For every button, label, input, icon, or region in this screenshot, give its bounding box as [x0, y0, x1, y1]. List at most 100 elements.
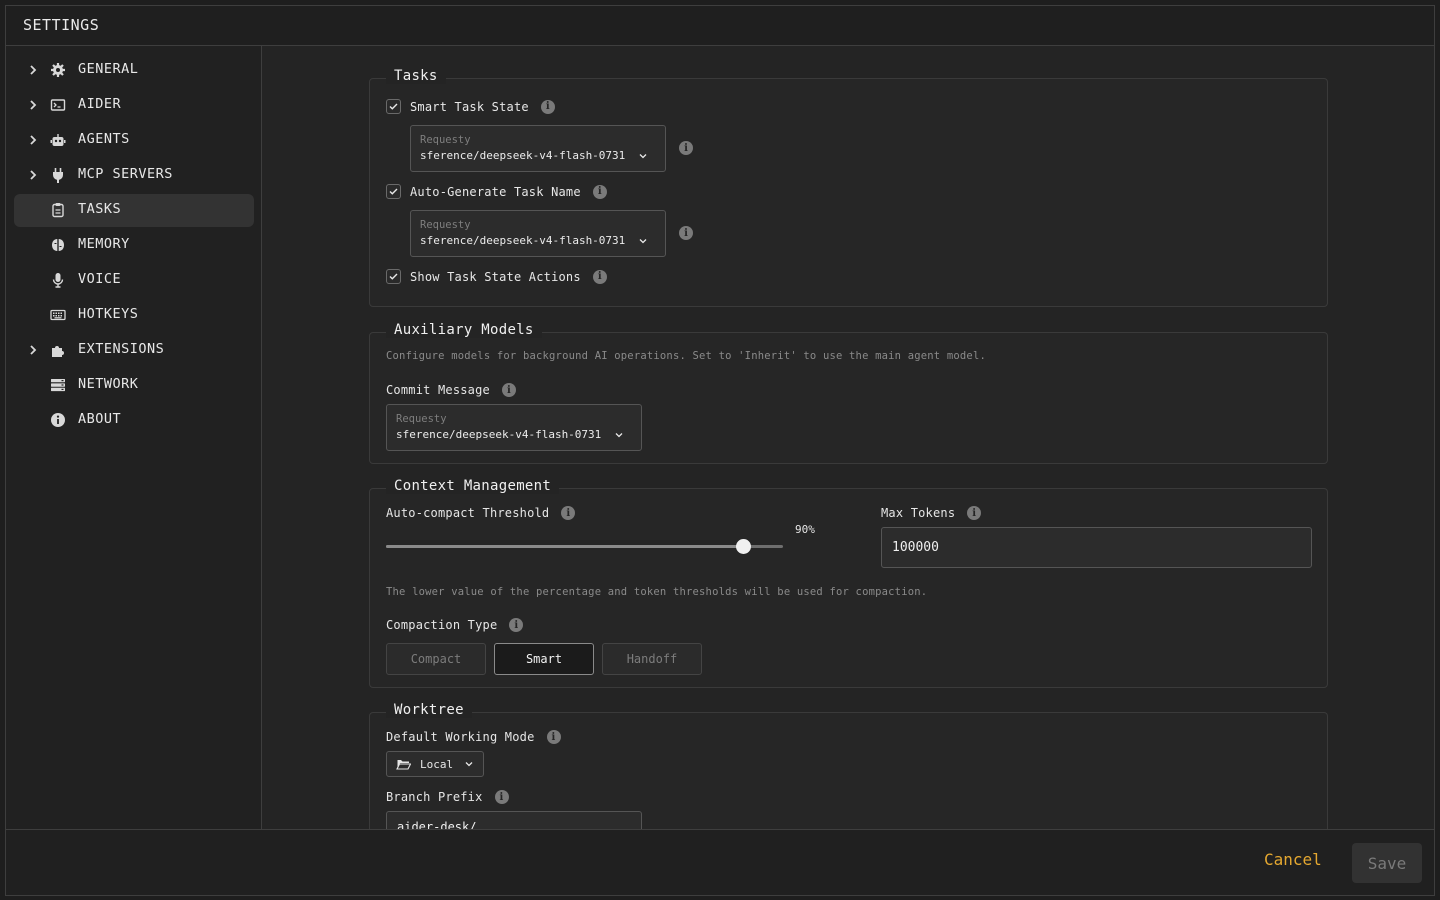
- window-title: SETTINGS: [23, 16, 100, 34]
- sidebar: GENERAL AIDER AGENTS MCP SERVERS TASKS M…: [6, 46, 262, 829]
- info-icon[interactable]: i: [679, 226, 693, 240]
- cancel-button[interactable]: Cancel: [1264, 850, 1322, 869]
- sidebar-item-label: VOICE: [78, 271, 122, 287]
- info-icon[interactable]: i: [592, 184, 607, 199]
- model-value: sference/deepseek-v4-flash-0731: [420, 149, 626, 162]
- branch-prefix-text: Branch Prefix: [386, 790, 483, 804]
- sidebar-item-label: HOTKEYS: [78, 306, 139, 322]
- save-button[interactable]: Save: [1352, 843, 1422, 883]
- section-title: Auxiliary Models: [386, 322, 542, 338]
- threshold-text: Auto-compact Threshold: [386, 506, 550, 520]
- branch-prefix-input[interactable]: aider-desk/: [386, 811, 642, 829]
- keyboard-icon: [50, 309, 66, 321]
- compaction-handoff-button[interactable]: Handoff: [602, 643, 702, 675]
- info-icon[interactable]: i: [546, 730, 561, 744]
- show-actions-checkbox[interactable]: [386, 269, 401, 284]
- sidebar-item-label: GENERAL: [78, 61, 139, 77]
- info-icon[interactable]: i: [540, 99, 555, 114]
- working-mode-label: Default Working Mode i: [386, 730, 561, 744]
- gear-icon: [51, 63, 65, 77]
- provider-label: Requesty: [420, 134, 471, 146]
- max-tokens-text: Max Tokens: [881, 506, 956, 520]
- footer: Cancel Save: [6, 829, 1434, 895]
- threshold-value: 90%: [795, 523, 815, 536]
- auto-generate-row: Auto-Generate Task Name i: [386, 184, 607, 199]
- auxiliary-description: Configure models for background AI opera…: [386, 350, 986, 362]
- info-icon[interactable]: i: [494, 790, 509, 804]
- chevron-right-icon: [30, 100, 37, 110]
- compaction-type-label: Compaction Type i: [386, 618, 524, 632]
- working-mode-text: Default Working Mode: [386, 730, 535, 744]
- info-icon[interactable]: i: [967, 506, 982, 520]
- working-mode-value: Local: [420, 757, 454, 771]
- sidebar-item-hotkeys[interactable]: HOTKEYS: [14, 299, 254, 332]
- brain-icon: [52, 239, 64, 251]
- smart-task-state-checkbox[interactable]: [386, 99, 401, 114]
- section-title: Tasks: [386, 68, 446, 84]
- chevron-right-icon: [30, 65, 37, 75]
- sidebar-item-tasks[interactable]: TASKS: [14, 194, 254, 227]
- commit-model-select[interactable]: Requesty sference/deepseek-v4-flash-0731: [386, 404, 642, 451]
- threshold-slider-fill: [386, 545, 744, 548]
- sidebar-item-agents[interactable]: AGENTS: [14, 124, 254, 157]
- threshold-slider-thumb[interactable]: [736, 539, 752, 554]
- smart-task-state-row: Smart Task State i: [386, 99, 555, 114]
- chevron-down-icon: [639, 239, 647, 244]
- sidebar-item-label: AGENTS: [78, 131, 130, 147]
- worktree-section: Worktree Default Working Mode i Local Bra…: [369, 702, 1328, 829]
- sidebar-item-label: ABOUT: [78, 411, 122, 427]
- sidebar-item-label: MEMORY: [78, 236, 130, 252]
- auto-generate-checkbox[interactable]: [386, 184, 401, 199]
- commit-message-text: Commit Message: [386, 383, 490, 397]
- sidebar-item-voice[interactable]: VOICE: [14, 264, 254, 297]
- auto-generate-model-select[interactable]: Requesty sference/deepseek-v4-flash-0731: [410, 210, 666, 257]
- compaction-compact-button[interactable]: Compact: [386, 643, 486, 675]
- sidebar-item-label: EXTENSIONS: [78, 341, 165, 357]
- auxiliary-models-section: Auxiliary Models Configure models for ba…: [369, 322, 1328, 464]
- sidebar-item-label: AIDER: [78, 96, 122, 112]
- sidebar-item-aider[interactable]: AIDER: [14, 89, 254, 122]
- compaction-note: The lower value of the percentage and to…: [386, 586, 928, 598]
- terminal-icon: [50, 99, 66, 111]
- compaction-smart-button[interactable]: Smart: [494, 643, 594, 675]
- info-icon[interactable]: i: [592, 269, 607, 284]
- sidebar-item-network[interactable]: NETWORK: [14, 369, 254, 402]
- info-icon[interactable]: i: [509, 618, 524, 632]
- sidebar-item-general[interactable]: GENERAL: [14, 54, 254, 87]
- show-actions-label: Show Task State Actions: [410, 269, 581, 284]
- plug-icon: [53, 168, 63, 183]
- settings-window: SETTINGS GENERAL AIDER AGENTS MCP SERVER…: [5, 5, 1435, 896]
- sidebar-item-extensions[interactable]: EXTENSIONS: [14, 334, 254, 367]
- sidebar-item-memory[interactable]: MEMORY: [14, 229, 254, 262]
- chevron-down-icon: [615, 433, 623, 438]
- clipboard-icon: [52, 203, 64, 218]
- auto-generate-label: Auto-Generate Task Name: [410, 184, 581, 199]
- context-management-section: Context Management Auto-compact Threshol…: [369, 478, 1328, 688]
- branch-prefix-label: Branch Prefix i: [386, 790, 509, 804]
- sidebar-item-label: MCP SERVERS: [78, 166, 173, 182]
- provider-label: Requesty: [420, 219, 471, 231]
- smart-task-model-select[interactable]: Requesty sference/deepseek-v4-flash-0731: [410, 125, 666, 172]
- chevron-right-icon: [30, 135, 37, 145]
- puzzle-icon: [52, 346, 64, 357]
- info-icon[interactable]: i: [561, 506, 576, 520]
- section-title: Context Management: [386, 478, 560, 494]
- sidebar-item-mcp-servers[interactable]: MCP SERVERS: [14, 159, 254, 192]
- show-actions-row: Show Task State Actions i: [386, 269, 607, 284]
- working-mode-select[interactable]: Local: [386, 751, 484, 777]
- compaction-type-text: Compaction Type: [386, 618, 498, 632]
- title-bar: SETTINGS: [6, 6, 1434, 46]
- max-tokens-label: Max Tokens i: [881, 506, 982, 520]
- model-value: sference/deepseek-v4-flash-0731: [396, 428, 602, 441]
- max-tokens-input[interactable]: 100000: [881, 527, 1312, 568]
- chevron-down-icon: [465, 762, 473, 767]
- info-icon[interactable]: i: [679, 141, 693, 155]
- sidebar-item-about[interactable]: ABOUT: [14, 404, 254, 437]
- chevron-down-icon: [639, 154, 647, 159]
- model-value: sference/deepseek-v4-flash-0731: [420, 234, 626, 247]
- robot-icon: [50, 134, 66, 146]
- provider-label: Requesty: [396, 413, 447, 425]
- chevron-right-icon: [30, 170, 37, 180]
- info-icon[interactable]: i: [501, 383, 516, 397]
- commit-message-label: Commit Message i: [386, 383, 516, 397]
